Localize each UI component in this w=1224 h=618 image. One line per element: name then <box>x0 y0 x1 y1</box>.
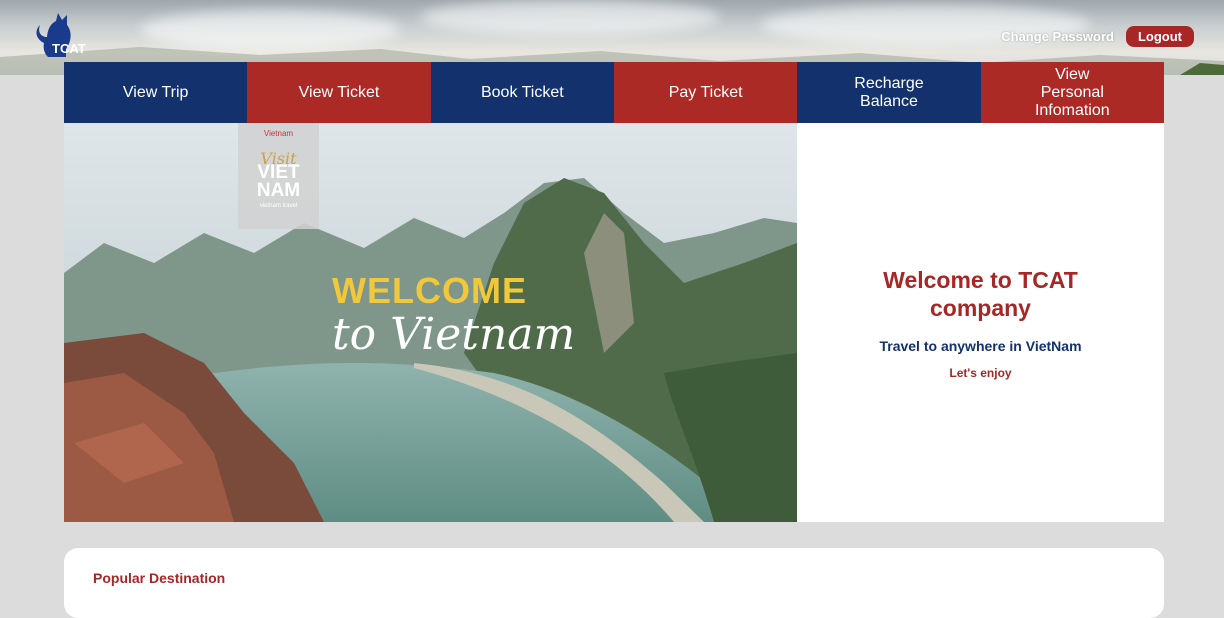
nav-view-ticket[interactable]: View Ticket <box>247 62 431 123</box>
welcome-tagline: Let's enjoy <box>949 365 1012 380</box>
badge-small-text: vietnam travel <box>259 203 298 209</box>
hero-section: Vietnam Visit VIET NAM vietnam travel WE… <box>64 123 1164 522</box>
change-password-link[interactable]: Change Password <box>1001 29 1114 44</box>
welcome-title: Welcome to TCAT company <box>883 266 1078 321</box>
hero-text-panel: Welcome to TCAT company Travel to anywhe… <box>797 123 1164 522</box>
nav-view-trip[interactable]: View Trip <box>64 62 248 123</box>
nav-pay-ticket[interactable]: Pay Ticket <box>613 62 798 123</box>
logo-text: TCAT <box>52 41 86 56</box>
visit-vietnam-badge: Vietnam Visit VIET NAM vietnam travel <box>238 123 319 229</box>
popular-destination-card: Popular Destination <box>64 548 1164 618</box>
nav-view-personal-information[interactable]: View Personal Infomation <box>980 62 1164 123</box>
nav-book-ticket[interactable]: Book Ticket <box>430 62 614 123</box>
hero-welcome-text: WELCOME <box>332 270 527 311</box>
welcome-subtitle: Travel to anywhere in VietNam <box>879 337 1082 354</box>
logout-button[interactable]: Logout <box>1125 26 1194 47</box>
badge-vietnam-text: VIET NAM <box>256 162 301 201</box>
nav-personal-label: View Personal Infomation <box>1034 65 1110 119</box>
hero-script-text: to Vietnam <box>332 309 576 360</box>
main-nav: View Trip View Ticket Book Ticket Pay Ti… <box>64 62 1164 123</box>
nav-recharge-label: Recharge Balance <box>854 74 924 110</box>
nav-recharge-balance[interactable]: Recharge Balance <box>797 62 981 123</box>
popular-destination-title: Popular Destination <box>93 570 226 586</box>
hero-image: Vietnam Visit VIET NAM vietnam travel WE… <box>64 123 797 522</box>
badge-brand: Vietnam <box>263 129 294 138</box>
